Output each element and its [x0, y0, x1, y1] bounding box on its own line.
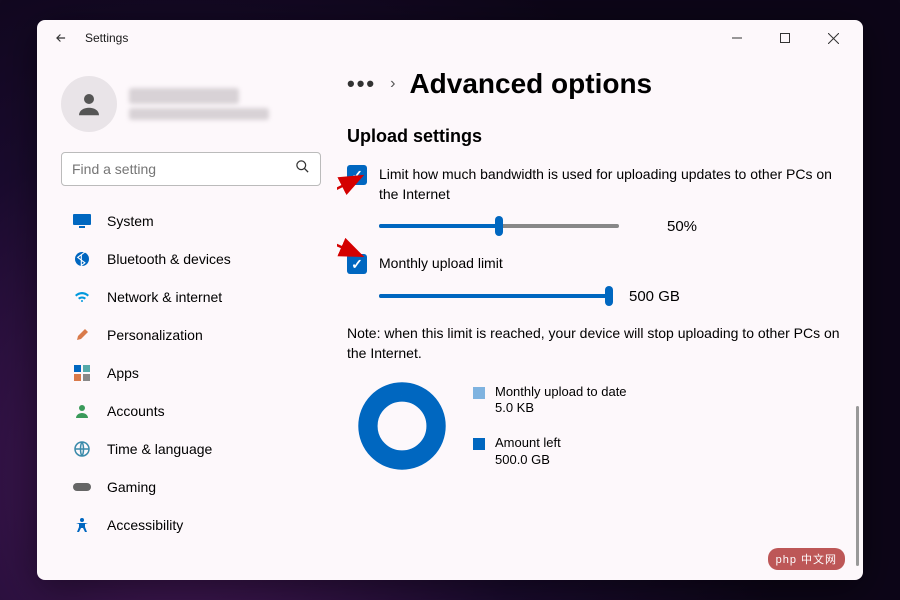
game-icon: [73, 478, 91, 496]
profile-text: [129, 88, 269, 120]
monthly-slider[interactable]: [379, 286, 609, 306]
search-icon: [295, 159, 310, 179]
sidebar-item-label: Time & language: [107, 441, 212, 457]
sidebar-item-label: Bluetooth & devices: [107, 251, 231, 267]
search-input[interactable]: [72, 161, 295, 177]
person-icon: [73, 402, 91, 420]
bandwidth-slider-row: 50%: [379, 216, 843, 236]
bluetooth-icon: [73, 250, 91, 268]
brush-icon: [73, 326, 91, 344]
breadcrumb: ••• › Advanced options: [347, 68, 843, 100]
settings-window: Settings System B: [37, 20, 863, 580]
monitor-icon: [73, 212, 91, 230]
window-controls: [715, 23, 855, 53]
minimize-button[interactable]: [715, 23, 759, 53]
monthly-label: Monthly upload limit: [379, 254, 843, 274]
monthly-value: 500 GB: [629, 288, 689, 305]
sidebar-item-label: Apps: [107, 365, 139, 381]
profile-block[interactable]: [61, 76, 321, 132]
profile-name-redacted: [129, 88, 239, 104]
chart-legend: Monthly upload to date 5.0 KB Amount lef…: [473, 384, 627, 470]
legend-row-left: Amount left 500.0 GB: [473, 435, 627, 469]
search-box[interactable]: [61, 152, 321, 186]
sidebar-item-label: Network & internet: [107, 289, 222, 305]
sidebar-item-apps[interactable]: Apps: [61, 354, 321, 392]
sidebar-item-accessibility[interactable]: Accessibility: [61, 506, 321, 544]
app-title: Settings: [85, 31, 128, 45]
sidebar-item-accounts[interactable]: Accounts: [61, 392, 321, 430]
sidebar-item-network[interactable]: Network & internet: [61, 278, 321, 316]
monthly-note: Note: when this limit is reached, your d…: [347, 324, 843, 363]
sidebar-item-time-language[interactable]: Time & language: [61, 430, 321, 468]
monthly-limit-row: Monthly upload limit: [347, 254, 843, 274]
watermark: php 中文网: [768, 548, 845, 570]
profile-email-redacted: [129, 108, 269, 120]
bandwidth-checkbox[interactable]: [347, 165, 367, 185]
monthly-checkbox[interactable]: [347, 254, 367, 274]
upload-chart: Monthly upload to date 5.0 KB Amount lef…: [357, 381, 843, 471]
monthly-slider-row: 500 GB: [379, 286, 843, 306]
apps-icon: [73, 364, 91, 382]
main-content: ••• › Advanced options Upload settings L…: [337, 56, 863, 580]
section-heading: Upload settings: [347, 126, 843, 147]
donut-chart: [357, 381, 447, 471]
sidebar: System Bluetooth & devices Network & int…: [37, 56, 337, 580]
sidebar-item-personalization[interactable]: Personalization: [61, 316, 321, 354]
sidebar-item-label: Accessibility: [107, 517, 183, 533]
legend-text: Amount left 500.0 GB: [495, 435, 561, 469]
wifi-icon: [73, 288, 91, 306]
scrollbar[interactable]: [856, 406, 859, 566]
bandwidth-limit-row: Limit how much bandwidth is used for upl…: [347, 165, 843, 204]
titlebar: Settings: [37, 20, 863, 56]
legend-row-uploaded: Monthly upload to date 5.0 KB: [473, 384, 627, 418]
bandwidth-value: 50%: [667, 218, 727, 235]
swatch-icon: [473, 387, 485, 399]
sidebar-item-system[interactable]: System: [61, 202, 321, 240]
sidebar-item-label: Gaming: [107, 479, 156, 495]
accessibility-icon: [73, 516, 91, 534]
globe-icon: [73, 440, 91, 458]
sidebar-item-label: Accounts: [107, 403, 165, 419]
breadcrumb-more-button[interactable]: •••: [347, 71, 376, 97]
sidebar-item-label: System: [107, 213, 154, 229]
swatch-icon: [473, 438, 485, 450]
legend-text: Monthly upload to date 5.0 KB: [495, 384, 627, 418]
sidebar-item-bluetooth[interactable]: Bluetooth & devices: [61, 240, 321, 278]
sidebar-item-gaming[interactable]: Gaming: [61, 468, 321, 506]
chevron-right-icon: ›: [390, 75, 395, 93]
page-title: Advanced options: [409, 68, 652, 100]
maximize-button[interactable]: [763, 23, 807, 53]
sidebar-item-label: Personalization: [107, 327, 203, 343]
avatar: [61, 76, 117, 132]
nav-list: System Bluetooth & devices Network & int…: [61, 202, 321, 544]
bandwidth-slider[interactable]: [379, 216, 619, 236]
back-button[interactable]: [45, 22, 77, 54]
close-button[interactable]: [811, 23, 855, 53]
bandwidth-label: Limit how much bandwidth is used for upl…: [379, 165, 843, 204]
